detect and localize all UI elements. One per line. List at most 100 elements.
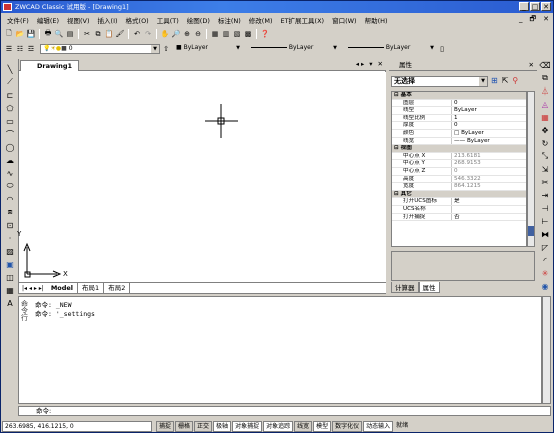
- mirror-icon[interactable]: ⏃: [539, 85, 551, 97]
- arc-icon[interactable]: ⌒: [4, 128, 16, 140]
- menu-insert[interactable]: 插入(I): [94, 15, 122, 25]
- extend-icon[interactable]: ⇥: [539, 189, 551, 201]
- menu-draw[interactable]: 绘图(D): [183, 15, 214, 25]
- menu-format[interactable]: 格式(O): [122, 15, 153, 25]
- design-center-icon[interactable]: ▥: [221, 29, 231, 39]
- print-icon[interactable]: 🖶: [43, 29, 53, 39]
- menu-et-tools[interactable]: ET扩展工具(X): [276, 15, 328, 25]
- zoom-window-icon[interactable]: ⊕: [182, 29, 192, 39]
- otrack-toggle[interactable]: 对象追踪: [263, 420, 294, 432]
- model-toggle[interactable]: 模型: [313, 420, 332, 432]
- offset-icon[interactable]: ◬: [539, 98, 551, 110]
- command-input[interactable]: 命令:: [18, 406, 551, 416]
- grid-toggle[interactable]: 栅格: [175, 420, 194, 432]
- explode-icon[interactable]: ✳: [539, 267, 551, 279]
- line-icon[interactable]: ╲: [4, 63, 16, 75]
- snap-toggle[interactable]: 捕捉: [156, 420, 175, 432]
- close-button[interactable]: ✕: [541, 2, 551, 11]
- property-row[interactable]: 线型比例 1: [392, 114, 526, 123]
- ellipse-icon[interactable]: ⬭: [4, 180, 16, 192]
- break-point-icon[interactable]: ⊣: [539, 202, 551, 214]
- calculator-icon[interactable]: ▩: [243, 29, 253, 39]
- move-icon[interactable]: ✥: [539, 124, 551, 136]
- menu-edit[interactable]: 编辑(E): [33, 15, 63, 25]
- open-icon[interactable]: 📂: [15, 29, 25, 39]
- document-tab[interactable]: Drawing1: [20, 60, 80, 71]
- menu-window[interactable]: 窗口(W): [328, 15, 361, 25]
- property-value[interactable]: 1: [452, 115, 526, 122]
- redo-icon[interactable]: ↷: [143, 29, 153, 39]
- digitizer-toggle[interactable]: 数字化仪: [332, 420, 363, 432]
- lineweight-toggle[interactable]: 线宽: [294, 420, 313, 432]
- property-value[interactable]: 864.1215: [452, 183, 526, 190]
- circle-icon[interactable]: ◯: [4, 141, 16, 153]
- tab-scroll-arrows[interactable]: ◂ ▸: [356, 60, 365, 68]
- tab-calculator[interactable]: 计算器: [391, 282, 419, 293]
- property-row[interactable]: 打开捕捉否: [392, 213, 526, 222]
- property-row[interactable]: 打开UCS图标是: [392, 198, 526, 206]
- property-row[interactable]: UCS名称: [392, 205, 526, 214]
- make-current-icon[interactable]: ☲: [26, 44, 36, 54]
- property-row[interactable]: 中心点 Y 268.9153: [392, 160, 526, 168]
- property-value[interactable]: 0: [452, 122, 526, 129]
- ellipse-arc-icon[interactable]: ◠: [4, 193, 16, 205]
- pan-icon[interactable]: ✋: [160, 29, 170, 39]
- doc-close-button[interactable]: ✕: [543, 15, 549, 26]
- property-row[interactable]: 线型 ByLayer: [392, 107, 526, 115]
- stretch-icon[interactable]: ⇲: [539, 163, 551, 175]
- mtext-icon[interactable]: A: [4, 297, 16, 309]
- copy-icon[interactable]: ⧉: [93, 29, 103, 39]
- break-icon[interactable]: ⊢: [539, 215, 551, 227]
- rectangle-icon[interactable]: ▭: [4, 115, 16, 127]
- match-properties-icon[interactable]: 🖌: [115, 29, 125, 39]
- help-icon[interactable]: ❓: [260, 29, 270, 39]
- layer-previous-icon[interactable]: ☷: [15, 44, 25, 54]
- properties-icon[interactable]: ▦: [210, 29, 220, 39]
- undo-icon[interactable]: ↶: [132, 29, 142, 39]
- command-window-grip[interactable]: 命令行: [21, 301, 29, 322]
- table-icon[interactable]: ▦: [4, 284, 16, 296]
- menu-dimension[interactable]: 标注(N): [214, 15, 245, 25]
- property-row[interactable]: 宽度 864.1215: [392, 183, 526, 191]
- drawing-canvas[interactable]: Y X: [17, 72, 386, 283]
- property-value[interactable]: —— ByLayer: [452, 138, 526, 145]
- polyline-icon[interactable]: ⊏: [4, 89, 16, 101]
- property-value[interactable]: 213.6181: [452, 153, 526, 160]
- publish-icon[interactable]: ▤: [65, 29, 75, 39]
- tab-layout2[interactable]: 布局2: [104, 283, 131, 293]
- insert-block-icon[interactable]: ⧈: [4, 206, 16, 218]
- plotstyle-icon[interactable]: ▯: [437, 44, 447, 54]
- property-value[interactable]: 268.9153: [452, 160, 526, 167]
- color-combo[interactable]: ■ ByLayer ▼: [174, 44, 242, 54]
- property-row[interactable]: 图层 0: [392, 99, 526, 108]
- array-icon[interactable]: ▦: [539, 111, 551, 123]
- property-value[interactable]: 是: [452, 198, 526, 205]
- selection-combo[interactable]: 无选择 ▼: [391, 76, 488, 87]
- property-value[interactable]: [452, 206, 526, 213]
- fillet-icon[interactable]: ◜: [539, 254, 551, 266]
- document-close-button[interactable]: ✕: [378, 60, 383, 68]
- layer-manager-icon[interactable]: ☰: [4, 44, 14, 54]
- join-icon[interactable]: ⧓: [539, 228, 551, 240]
- property-value[interactable]: 546.3322: [452, 176, 526, 183]
- zoom-previous-icon[interactable]: ⊖: [193, 29, 203, 39]
- point-icon[interactable]: ·: [4, 232, 16, 244]
- chamfer-icon[interactable]: ◸: [539, 241, 551, 253]
- command-scrollbar[interactable]: [542, 296, 551, 404]
- extra-tool-icon[interactable]: ◉: [539, 280, 551, 292]
- trim-icon[interactable]: ✂: [539, 176, 551, 188]
- maximize-button[interactable]: □: [530, 2, 540, 11]
- menu-file[interactable]: 文件(F): [3, 15, 33, 25]
- tab-list-dropdown[interactable]: ▾: [369, 60, 372, 68]
- linetype-combo[interactable]: ByLayer ▼: [249, 44, 339, 54]
- property-row[interactable]: 中心点 X 213.6181: [392, 152, 526, 161]
- property-row[interactable]: 中心点 Z0: [392, 167, 526, 176]
- minimize-button[interactable]: _: [519, 2, 529, 11]
- toggle-pickadd-icon[interactable]: ⊞: [491, 76, 498, 85]
- polygon-icon[interactable]: ⬠: [4, 102, 16, 114]
- property-row[interactable]: 厚度 0: [392, 122, 526, 130]
- xline-icon[interactable]: ⟋: [4, 76, 16, 88]
- lineweight-combo[interactable]: ByLayer ▼: [346, 44, 436, 54]
- tool-palette-icon[interactable]: ▧: [232, 29, 242, 39]
- doc-minimize-button[interactable]: _: [519, 15, 523, 26]
